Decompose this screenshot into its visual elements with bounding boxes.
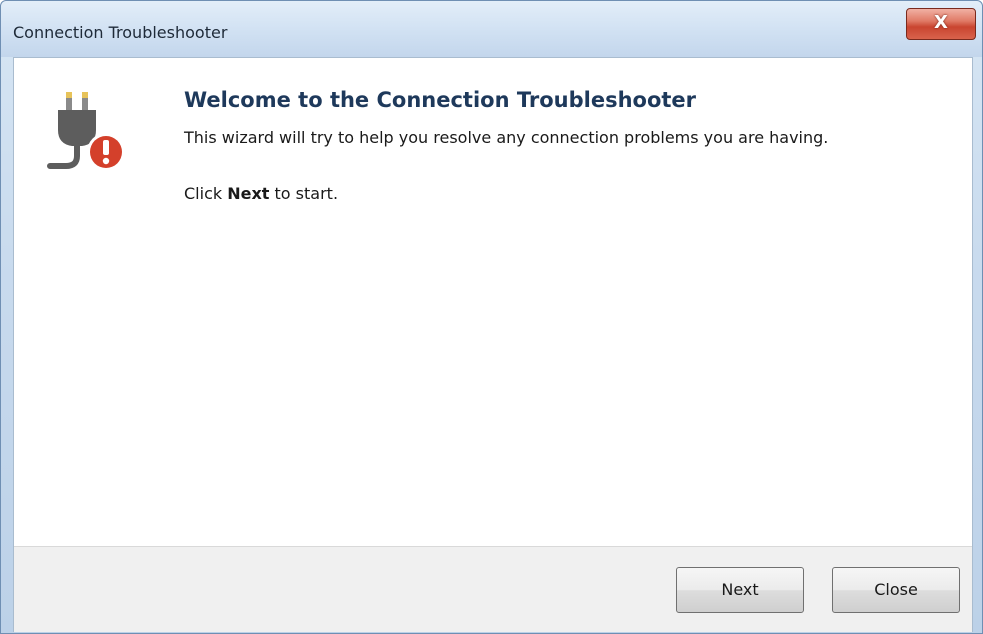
title-bar[interactable]: Connection Troubleshooter X: [1, 1, 982, 57]
wizard-footer: Next Close: [14, 546, 972, 632]
instruction-next-keyword: Next: [227, 184, 270, 203]
dialog-window: Connection Troubleshooter X Welcome to t…: [0, 0, 983, 634]
window-title: Connection Troubleshooter: [13, 23, 228, 42]
next-button[interactable]: Next: [676, 567, 804, 613]
wizard-instruction: Click Next to start.: [184, 184, 338, 203]
close-icon: X: [934, 12, 948, 33]
wizard-content: Welcome to the Connection Troubleshooter…: [14, 58, 972, 546]
instruction-suffix: to start.: [269, 184, 339, 203]
wizard-heading: Welcome to the Connection Troubleshooter: [184, 88, 697, 112]
wizard-description: This wizard will try to help you resolve…: [184, 128, 829, 147]
instruction-prefix: Click: [184, 184, 228, 203]
close-button[interactable]: Close: [832, 567, 960, 613]
dialog-client-area: Welcome to the Connection Troubleshooter…: [13, 57, 973, 632]
plug-warning-icon: [47, 92, 125, 171]
window-close-button[interactable]: X: [906, 8, 976, 40]
